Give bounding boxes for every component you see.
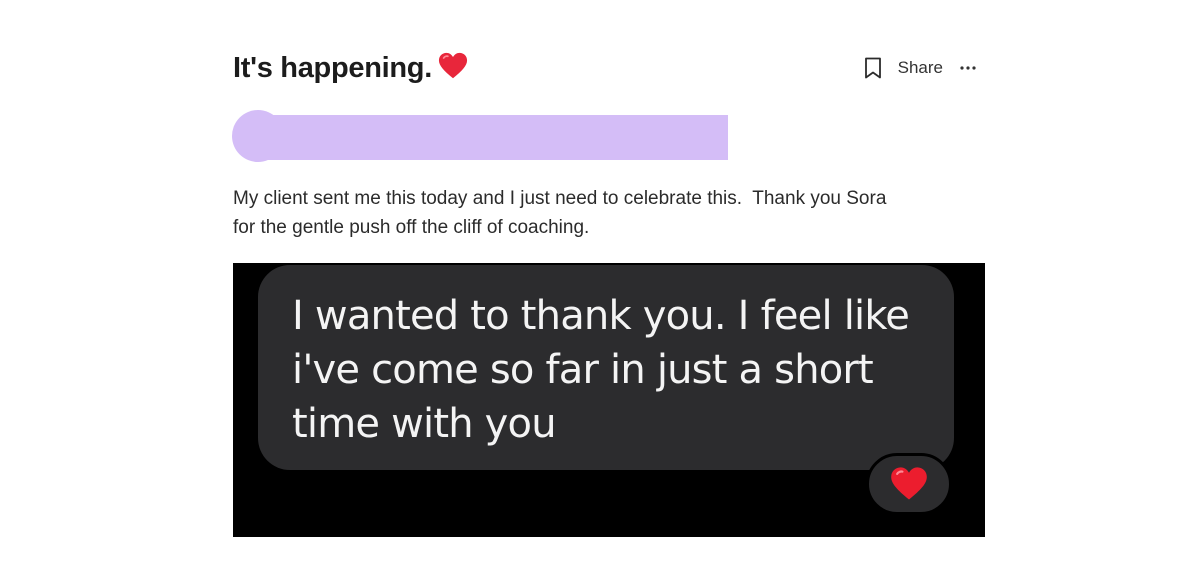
heart-icon <box>891 467 927 500</box>
message-text: I wanted to thank you. I feel like i've … <box>292 293 910 447</box>
bookmark-icon[interactable] <box>862 55 884 81</box>
author-name-redaction <box>258 115 728 160</box>
reaction-badge <box>866 453 952 515</box>
author-info-redacted <box>232 110 732 162</box>
post-body: My client sent me this today and I just … <box>233 188 887 238</box>
share-button[interactable]: Share <box>898 54 943 82</box>
post-title: It's happening. <box>233 48 468 88</box>
post-page: It's happening. Share My client sent me … <box>0 0 1200 584</box>
heart-icon <box>438 51 468 81</box>
attached-image[interactable]: I wanted to thank you. I feel like i've … <box>233 263 985 537</box>
post-header: It's happening. Share <box>233 48 985 88</box>
message-bubble: I wanted to thank you. I feel like i've … <box>258 265 954 470</box>
post-actions: Share <box>862 54 977 82</box>
more-options-icon[interactable] <box>959 54 977 82</box>
post-title-text: It's happening. <box>233 52 432 84</box>
